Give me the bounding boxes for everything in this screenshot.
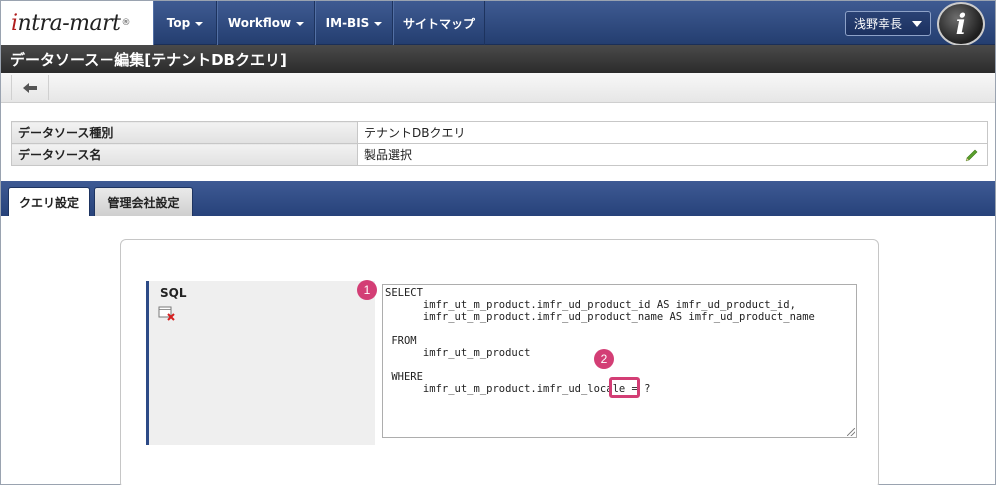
table-row: データソース名 製品選択	[11, 143, 988, 166]
datasource-name-cell: 製品選択	[357, 143, 988, 166]
page-toolbar	[1, 73, 995, 103]
nav-im-bis[interactable]: IM-BIS	[315, 1, 393, 45]
chevron-down-icon	[374, 22, 383, 26]
textarea-resize-handle[interactable]	[847, 428, 855, 436]
logo-registered-mark: ®	[121, 18, 131, 28]
tab-company-settings[interactable]: 管理会社設定	[94, 187, 193, 216]
annotation-badge-2-label: 2	[600, 352, 608, 366]
pencil-edit-icon[interactable]	[965, 148, 979, 162]
back-button[interactable]	[11, 75, 49, 100]
datasource-type-label: データソース種別	[11, 121, 358, 144]
arrow-left-icon	[23, 82, 37, 93]
table-row: データソース種別 テナントDBクエリ	[11, 121, 988, 144]
tab-bar: クエリ設定 管理会社設定	[1, 181, 995, 216]
nav-sitemap[interactable]: サイトマップ	[393, 1, 485, 45]
global-navbar: intra-mart ® Top Workflow IM-BIS サイトマップ 浅…	[1, 1, 995, 46]
caret-down-icon	[912, 21, 922, 27]
logo-text: ntra-mart	[17, 10, 121, 36]
nav-top[interactable]: Top	[153, 1, 217, 45]
intra-mart-logo[interactable]: intra-mart ®	[1, 1, 153, 45]
annotation-highlight-box	[609, 377, 640, 398]
nav-workflow[interactable]: Workflow	[217, 1, 315, 45]
nav-workflow-label: Workflow	[227, 16, 292, 30]
tab-query-settings[interactable]: クエリ設定	[8, 187, 90, 216]
user-name: 浅野幸長	[854, 17, 903, 31]
tab-query-settings-label: クエリ設定	[18, 195, 79, 210]
page-title-bar: データソース－編集[テナントDBクエリ]	[1, 45, 995, 73]
chevron-down-icon	[195, 22, 204, 26]
datasource-type-value: テナントDBクエリ	[357, 121, 988, 144]
chevron-down-icon	[296, 22, 305, 26]
datasource-info-table: データソース種別 テナントDBクエリ データソース名 製品選択	[11, 121, 988, 166]
clear-sql-icon[interactable]	[158, 305, 176, 321]
sql-label: SQL	[160, 286, 187, 300]
datasource-name-label: データソース名	[11, 143, 358, 166]
nav-sitemap-label: サイトマップ	[402, 16, 475, 31]
datasource-name-value: 製品選択	[364, 148, 413, 162]
sql-textarea[interactable]: SELECT imfr_ut_m_product.imfr_ud_product…	[382, 284, 857, 438]
annotation-badge-1: 1	[357, 280, 377, 300]
nav-im-bis-label: IM-BIS	[325, 16, 370, 30]
info-badge-icon[interactable]: i	[937, 2, 985, 46]
user-menu-button[interactable]: 浅野幸長	[845, 11, 931, 36]
page-title: データソース－編集[テナントDBクエリ]	[10, 50, 287, 69]
sql-label-cell: SQL	[146, 281, 375, 445]
nav-top-label: Top	[166, 16, 191, 30]
info-badge-letter: i	[955, 7, 967, 41]
tab-company-settings-label: 管理会社設定	[107, 195, 180, 210]
annotation-badge-1-label: 1	[363, 283, 371, 297]
annotation-badge-2: 2	[594, 349, 614, 369]
